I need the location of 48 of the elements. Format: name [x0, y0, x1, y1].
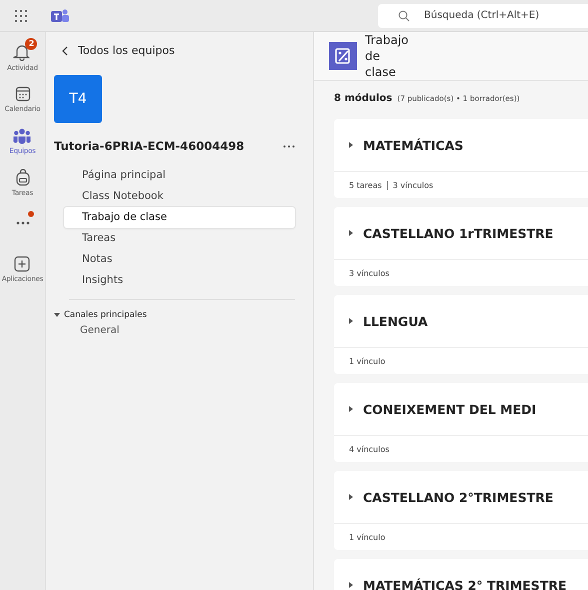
module-card[interactable]: MATEMÁTICAS 5 tareas 3 vínculos: [334, 119, 588, 198]
nav-item[interactable]: Class Notebook: [64, 186, 295, 207]
backpack-icon: [16, 169, 30, 186]
app-launcher-icon[interactable]: [15, 10, 27, 22]
module-title: MATEMÁTICAS 2° TRIMESTRE: [363, 578, 567, 590]
module-title: MATEMÁTICAS: [363, 138, 464, 152]
module-stat: 1 vínculo: [349, 532, 386, 542]
module-stat: 4 vínculos: [349, 444, 390, 454]
module-card[interactable]: CASTELLANO 2°TRIMESTRE 1 vínculo: [334, 471, 588, 550]
module-title: LLENGUA: [363, 314, 428, 328]
chevron-left-icon: [62, 46, 68, 56]
page-title: Trabajo de clase: [365, 32, 410, 80]
teams-logo-icon: [51, 8, 69, 24]
caret-icon: [349, 318, 353, 324]
module-title: CASTELLANO 2°TRIMESTRE: [363, 490, 554, 504]
classwork-icon: [329, 42, 357, 70]
channel-item[interactable]: General: [80, 325, 120, 336]
module-stat: 5 tareas: [349, 180, 382, 190]
nav-item[interactable]: Página principal: [64, 165, 295, 186]
search-field[interactable]: Búsqueda (Ctrl+Alt+E): [378, 4, 588, 28]
calendar-icon: [14, 86, 30, 102]
more-options-icon[interactable]: [283, 144, 295, 148]
search-icon: [398, 10, 410, 22]
module-card[interactable]: CASTELLANO 1rTRIMESTRE 3 vínculos: [334, 207, 588, 286]
module-stat: 1 vínculo: [349, 356, 386, 366]
module-stat: 3 vínculos: [349, 268, 390, 278]
caret-icon: [349, 582, 353, 588]
caret-icon: [349, 406, 353, 412]
add-icon: [14, 256, 30, 272]
module-title: CONEIXEMENT DEL MEDI: [363, 402, 536, 416]
module-title: CASTELLANO 1rTRIMESTRE: [363, 226, 554, 240]
caret-icon: [349, 230, 353, 236]
people-icon: [13, 128, 32, 144]
module-count: 8 módulos: [334, 93, 392, 104]
caret-icon: [349, 494, 353, 500]
more-icon: [16, 221, 30, 225]
module-card[interactable]: MATEMÁTICAS 2° TRIMESTRE: [334, 559, 588, 590]
notification-badge: 2: [25, 38, 38, 50]
nav-item[interactable]: Trabajo de clase: [64, 207, 295, 228]
caret-icon: [349, 142, 353, 148]
nav-item[interactable]: Notas: [64, 249, 295, 270]
module-card[interactable]: CONEIXEMENT DEL MEDI 4 vínculos: [334, 383, 588, 462]
nav-item[interactable]: Tareas: [64, 228, 295, 249]
team-avatar: T4: [54, 75, 102, 123]
module-card[interactable]: LLENGUA 1 vínculo: [334, 295, 588, 374]
nav-item[interactable]: Insights: [64, 270, 295, 291]
module-stat: 3 vínculos: [392, 180, 434, 190]
team-name: Tutoria-6PRIA-ECM-46004498: [54, 139, 244, 153]
